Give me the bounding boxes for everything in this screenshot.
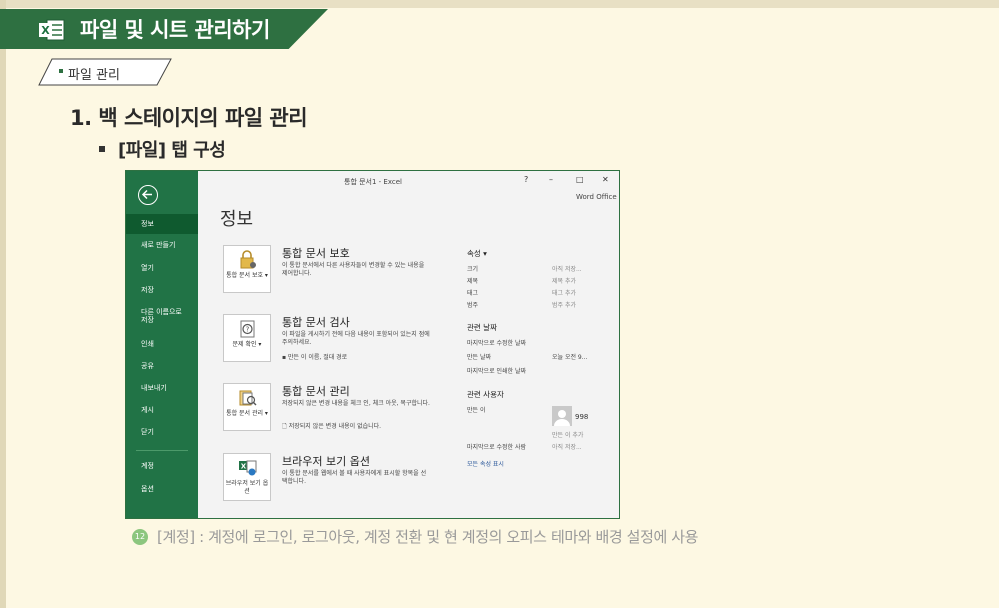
properties-heading[interactable]: 속성 ▾: [467, 248, 487, 259]
property-key: 범주: [467, 302, 479, 309]
inspect-workbook-desc: 이 파일을 게시하기 전에 다음 내용이 포함되어 있는지 점에 주의하세요.: [282, 331, 430, 347]
help-button[interactable]: ?: [524, 175, 528, 184]
excel-browser-icon: X: [239, 460, 257, 476]
avatar: [552, 406, 572, 426]
caption-number-badge: 12: [132, 529, 148, 545]
subtab-bullet: [59, 69, 63, 73]
last-modified-by-value: 아직 저장...: [552, 444, 582, 451]
manage-workbook-desc: 저장되지 않은 변경 내용을 체크 인, 체크 아웃, 복구합니다.: [282, 400, 430, 407]
property-key: 크기: [467, 266, 479, 273]
sidebar-item-new[interactable]: 새로 만들기: [126, 241, 198, 261]
minimize-button[interactable]: –: [549, 175, 553, 184]
show-all-properties-link[interactable]: 모든 속성 표시: [467, 459, 504, 468]
sidebar-item-info[interactable]: 정보: [126, 214, 198, 234]
sidebar-item-close[interactable]: 닫기: [126, 428, 198, 448]
chapter-title: 파일 및 시트 관리하기: [80, 18, 270, 42]
sidebar-item-save-as[interactable]: 다른 이름으로 저장: [126, 308, 186, 328]
manage-workbook-detail: 🗋 저장되지 않은 변경 내용이 없습니다.: [282, 421, 381, 432]
window-title: 통합 문서1 - Excel: [344, 178, 402, 186]
browser-view-options-desc: 이 통합 문서를 웹에서 볼 때 사용자에게 표시할 항목을 선택합니다.: [282, 470, 427, 486]
user-icon: [554, 410, 570, 426]
related-dates-heading: 관련 날짜: [467, 323, 497, 332]
check-issues-button-label: 문제 확인 ▾: [232, 341, 262, 348]
subtab-file-management: 파일 관리: [38, 58, 172, 86]
subsection-heading: [파일] 탭 구성: [118, 140, 226, 161]
sidebar-item-export[interactable]: 내보내기: [126, 384, 198, 404]
sidebar-divider: [136, 450, 188, 451]
property-key: 제목: [467, 278, 479, 285]
maximize-button[interactable]: □: [576, 175, 584, 184]
svg-text:X: X: [41, 24, 50, 37]
svg-text:X: X: [241, 463, 247, 471]
protect-workbook-button-label: 통합 문서 보호 ▾: [226, 272, 268, 279]
sidebar-item-print[interactable]: 인쇄: [126, 340, 198, 360]
manage-workbook-button-label: 통합 문서 관리 ▾: [226, 410, 268, 417]
property-value: 아직 저장...: [552, 266, 582, 273]
subsection-bullet: [99, 146, 105, 152]
property-value[interactable]: 제목 추가: [552, 276, 576, 285]
check-issues-button[interactable]: ? 문제 확인 ▾: [223, 314, 271, 362]
backstage-sidebar: 정보 새로 만들기 열기 저장 다른 이름으로 저장 인쇄 공유 내보내기 게시…: [126, 171, 198, 518]
inspect-workbook-title: 통합 문서 검사: [282, 316, 350, 329]
page-title: 정보: [220, 209, 254, 230]
property-key: 태그: [467, 290, 479, 297]
manage-workbook-button[interactable]: 통합 문서 관리 ▾: [223, 383, 271, 431]
sidebar-item-share[interactable]: 공유: [126, 362, 198, 382]
sidebar-item-options[interactable]: 옵션: [126, 485, 198, 505]
excel-icon: X: [38, 18, 66, 42]
back-arrow-icon[interactable]: [138, 185, 158, 205]
inspect-workbook-detail: ▪ 만든 이 이름, 절대 경로: [282, 354, 348, 361]
svg-text:?: ?: [246, 326, 250, 334]
subtab-label: 파일 관리: [68, 68, 120, 83]
document-icon: 🗋: [282, 423, 289, 430]
add-author-link[interactable]: 만든 이 추가: [552, 430, 583, 439]
manage-workbook-detail-text: 저장되지 않은 변경 내용이 없습니다.: [288, 423, 382, 430]
protect-workbook-desc: 이 통합 문서에서 다른 사용자들이 변경할 수 있는 내용을 제어합니다.: [282, 262, 425, 278]
date-key: 만든 날짜: [467, 354, 491, 361]
author-name: 998: [575, 413, 589, 421]
last-modified-by-key: 마지막으로 수정한 사람: [467, 444, 527, 451]
close-button[interactable]: ✕: [602, 175, 609, 184]
property-value[interactable]: 범주 추가: [552, 300, 576, 309]
sidebar-item-open[interactable]: 열기: [126, 264, 198, 284]
date-key: 마지막으로 인쇄한 날짜: [467, 368, 527, 375]
property-value[interactable]: 태그 추가: [552, 288, 576, 297]
manage-workbook-title: 통합 문서 관리: [282, 385, 350, 398]
protect-workbook-button[interactable]: 통합 문서 보호 ▾: [223, 245, 271, 293]
sidebar-item-publish[interactable]: 게시: [126, 406, 198, 426]
inspect-document-icon: ?: [240, 320, 255, 338]
left-border: [0, 0, 6, 608]
section-heading: 1. 백 스테이지의 파일 관리: [70, 106, 308, 130]
date-value: 오늘 오전 9...: [552, 354, 588, 361]
manage-workbook-icon: [239, 390, 257, 406]
related-people-heading: 관련 사용자: [467, 390, 504, 399]
author-key: 만든 이: [467, 407, 486, 414]
account-name[interactable]: Word Office: [576, 193, 617, 201]
date-key: 마지막으로 수정한 날짜: [467, 340, 527, 347]
sidebar-item-save[interactable]: 저장: [126, 286, 198, 306]
protect-workbook-title: 통합 문서 보호: [282, 247, 350, 260]
browser-view-options-title: 브라우저 보기 옵션: [282, 455, 370, 468]
top-border: [0, 0, 999, 8]
browser-view-options-button-label: 브라우저 보기 옵션: [225, 480, 269, 495]
caption-text: [계정] : 계정에 로그인, 로그아웃, 계정 전환 및 현 계정의 오피스 …: [157, 528, 699, 546]
browser-view-options-button[interactable]: X 브라우저 보기 옵션: [223, 453, 271, 501]
excel-backstage-window: 정보 새로 만들기 열기 저장 다른 이름으로 저장 인쇄 공유 내보내기 게시…: [125, 170, 620, 519]
lock-icon: [240, 250, 256, 269]
sidebar-item-account[interactable]: 계정: [126, 462, 198, 482]
